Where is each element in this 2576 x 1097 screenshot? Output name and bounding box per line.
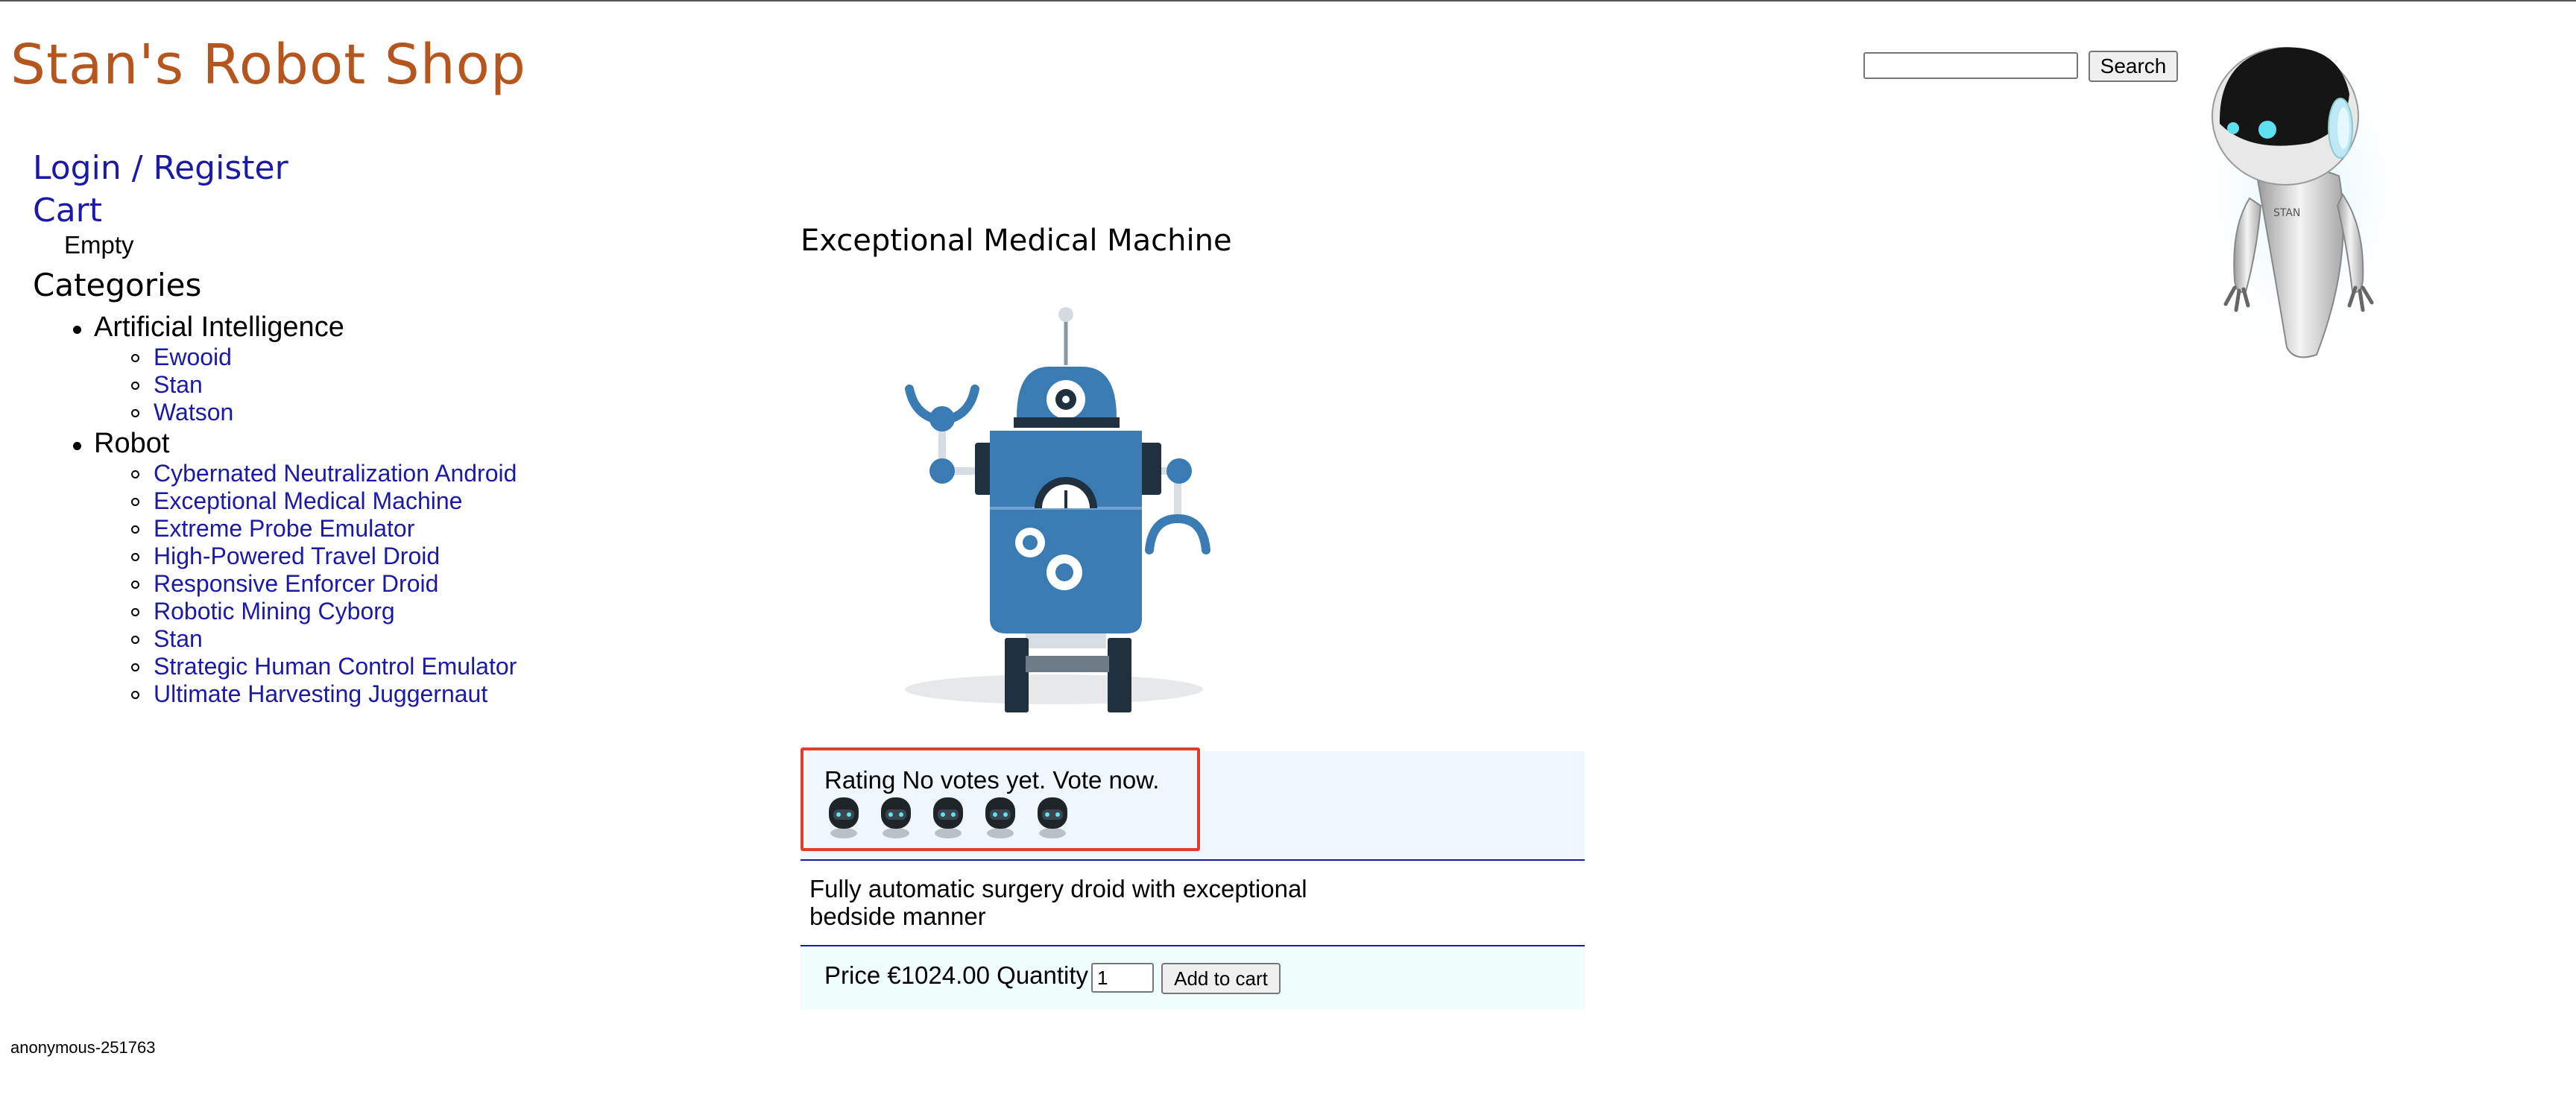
- bullet: [73, 442, 81, 450]
- bullet: [131, 470, 139, 478]
- top-border: [0, 0, 2576, 1]
- rating-star-3-icon[interactable]: [929, 794, 967, 839]
- rating-star-5-icon[interactable]: [1033, 794, 1072, 839]
- bullet: [131, 581, 139, 589]
- quantity-input[interactable]: [1091, 963, 1154, 993]
- add-to-cart-button[interactable]: Add to cart: [1161, 963, 1281, 994]
- bullet: [131, 525, 139, 534]
- user-id-label: anonymous-251763: [10, 1038, 156, 1057]
- cart-link[interactable]: Cart: [33, 192, 102, 230]
- bullet: [73, 326, 81, 334]
- bullet: [131, 498, 139, 506]
- categories-heading: Categories: [33, 267, 202, 303]
- cart-status: Empty: [64, 231, 134, 259]
- category-artificial-intelligence: Artificial Intelligence: [94, 312, 344, 343]
- bullet: [131, 354, 139, 362]
- login-register-link[interactable]: Login / Register: [33, 149, 288, 187]
- bullet: [131, 409, 139, 417]
- divider: [801, 859, 1585, 861]
- bullet: [131, 691, 139, 699]
- product-link-high-powered-travel-droid[interactable]: High-Powered Travel Droid: [154, 543, 440, 570]
- product-title: Exceptional Medical Machine: [801, 224, 1232, 258]
- product-image-medical-robot: [905, 307, 1210, 712]
- price-quantity-label: Price €1024.00 Quantity: [824, 961, 1089, 989]
- stan-mascot-image: STAN: [2190, 42, 2406, 370]
- product-link-cybernated-neutralization-android[interactable]: Cybernated Neutralization Android: [154, 460, 517, 487]
- product-link-ultimate-harvesting-juggernaut[interactable]: Ultimate Harvesting Juggernaut: [154, 680, 487, 708]
- product-link-stan-ai[interactable]: Stan: [154, 371, 203, 399]
- bullet: [131, 608, 139, 616]
- category-robot: Robot: [94, 428, 170, 459]
- product-description: Fully automatic surgery droid with excep…: [809, 875, 1307, 930]
- product-link-exceptional-medical-machine[interactable]: Exceptional Medical Machine: [154, 487, 462, 515]
- product-link-watson[interactable]: Watson: [154, 399, 233, 426]
- shop-logo[interactable]: Stan's Robot Shop: [10, 33, 526, 97]
- product-link-robotic-mining-cyborg[interactable]: Robotic Mining Cyborg: [154, 598, 395, 625]
- product-link-stan-robot[interactable]: Stan: [154, 625, 203, 653]
- svg-text:STAN: STAN: [2273, 207, 2300, 219]
- product-link-ewooid[interactable]: Ewooid: [154, 344, 232, 371]
- search-input[interactable]: [1863, 52, 2078, 79]
- rating-text: Rating No votes yet. Vote now.: [824, 766, 1160, 794]
- bullet: [131, 663, 139, 671]
- product-link-strategic-human-control-emulator[interactable]: Strategic Human Control Emulator: [154, 653, 517, 680]
- bullet: [131, 382, 139, 390]
- rating-star-4-icon[interactable]: [981, 794, 1020, 839]
- bullet: [131, 553, 139, 561]
- product-link-responsive-enforcer-droid[interactable]: Responsive Enforcer Droid: [154, 570, 438, 598]
- product-link-extreme-probe-emulator[interactable]: Extreme Probe Emulator: [154, 515, 414, 543]
- rating-star-2-icon[interactable]: [877, 794, 915, 839]
- divider: [801, 945, 1585, 946]
- bullet: [131, 636, 139, 644]
- search-button[interactable]: Search: [2089, 51, 2178, 82]
- rating-star-1-icon[interactable]: [824, 794, 863, 839]
